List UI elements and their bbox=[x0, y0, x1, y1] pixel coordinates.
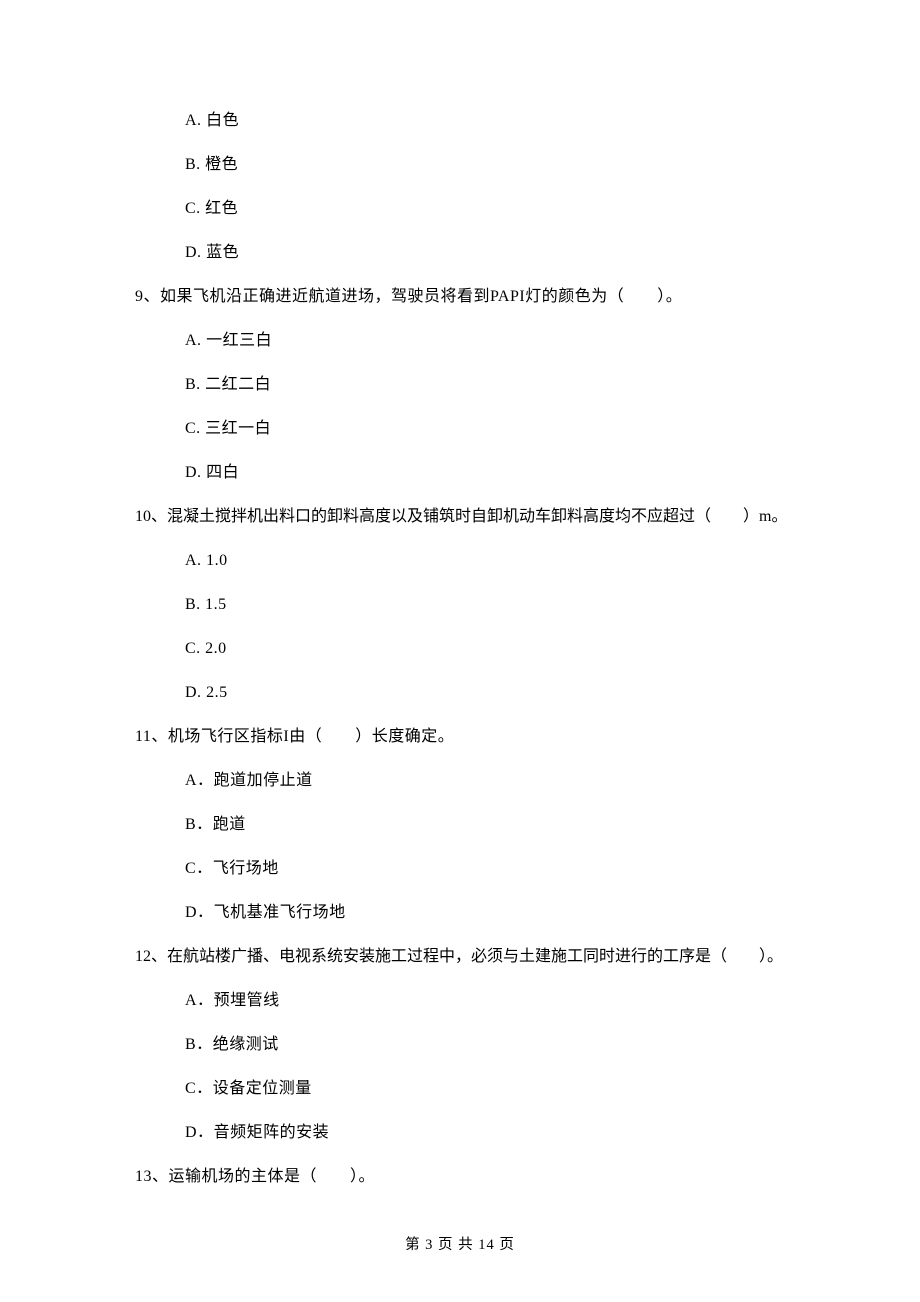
option-label: C． bbox=[185, 861, 213, 877]
q9-option-D: D. 四白 bbox=[185, 465, 800, 481]
q10-stem: 10、混凝土搅拌机出料口的卸料高度以及铺筑时自卸机动车卸料高度均不应超过（ ）m… bbox=[135, 509, 800, 525]
q10-option-D: D. 2.5 bbox=[185, 685, 800, 701]
option-label: A． bbox=[185, 993, 214, 1009]
q13-stem: 13、运输机场的主体是（ ）。 bbox=[135, 1169, 800, 1185]
option-label: C. bbox=[185, 201, 201, 217]
q12-option-A: A．预埋管线 bbox=[185, 993, 800, 1009]
option-label: B． bbox=[185, 1037, 213, 1053]
q9-option-B: B. 二红二白 bbox=[185, 377, 800, 393]
option-text: 2.0 bbox=[205, 641, 227, 657]
q11-option-D: D．飞机基准飞行场地 bbox=[185, 905, 800, 921]
q9-stem: 9、如果飞机沿正确进近航道进场，驾驶员将看到PAPI灯的颜色为（ ）。 bbox=[135, 289, 800, 305]
option-label: B. bbox=[185, 597, 201, 613]
option-label: A. bbox=[185, 553, 202, 569]
q12-stem: 12、在航站楼广播、电视系统安装施工过程中，必须与土建施工同时进行的工序是（ ）… bbox=[135, 949, 800, 965]
q12-option-D: D．音频矩阵的安装 bbox=[185, 1125, 800, 1141]
q8-option-D: D. 蓝色 bbox=[185, 245, 800, 261]
option-text: 飞行场地 bbox=[213, 861, 279, 877]
option-label: B． bbox=[185, 817, 213, 833]
q11-option-A: A．跑道加停止道 bbox=[185, 773, 800, 789]
option-label: B. bbox=[185, 377, 201, 393]
option-label: C. bbox=[185, 421, 201, 437]
option-text: 三红一白 bbox=[205, 421, 271, 437]
q8-option-B: B. 橙色 bbox=[185, 157, 800, 173]
option-text: 跑道加停止道 bbox=[214, 773, 313, 789]
q8-option-C: C. 红色 bbox=[185, 201, 800, 217]
q11-option-B: B．跑道 bbox=[185, 817, 800, 833]
option-label: B. bbox=[185, 157, 201, 173]
option-text: 四白 bbox=[206, 465, 239, 481]
option-label: A. bbox=[185, 333, 202, 349]
option-text: 白色 bbox=[206, 113, 239, 129]
q9-option-A: A. 一红三白 bbox=[185, 333, 800, 349]
option-text: 设备定位测量 bbox=[213, 1081, 312, 1097]
option-label: A. bbox=[185, 113, 202, 129]
q8-option-A: A. 白色 bbox=[185, 113, 800, 129]
option-text: 红色 bbox=[205, 201, 238, 217]
option-label: A． bbox=[185, 773, 214, 789]
option-text: 预埋管线 bbox=[214, 993, 280, 1009]
option-text: 1.5 bbox=[205, 597, 227, 613]
q10-option-A: A. 1.0 bbox=[185, 553, 800, 569]
option-label: D. bbox=[185, 465, 202, 481]
q9-option-C: C. 三红一白 bbox=[185, 421, 800, 437]
option-text: 蓝色 bbox=[206, 245, 239, 261]
option-label: D． bbox=[185, 905, 214, 921]
option-text: 1.0 bbox=[206, 553, 228, 569]
option-text: 绝缘测试 bbox=[213, 1037, 279, 1053]
option-label: D. bbox=[185, 685, 202, 701]
page: A. 白色 B. 橙色 C. 红色 D. 蓝色 9、如果飞机沿正确进近航道进场，… bbox=[0, 0, 920, 1302]
option-label: C. bbox=[185, 641, 201, 657]
option-text: 跑道 bbox=[213, 817, 246, 833]
q12-option-B: B．绝缘测试 bbox=[185, 1037, 800, 1053]
option-text: 橙色 bbox=[205, 157, 238, 173]
option-text: 一红三白 bbox=[206, 333, 272, 349]
option-label: D． bbox=[185, 1125, 214, 1141]
q11-stem: 11、机场飞行区指标I由（ ）长度确定。 bbox=[135, 729, 800, 745]
q10-option-B: B. 1.5 bbox=[185, 597, 800, 613]
q11-option-C: C．飞行场地 bbox=[185, 861, 800, 877]
option-label: D. bbox=[185, 245, 202, 261]
option-text: 飞机基准飞行场地 bbox=[214, 905, 346, 921]
option-text: 二红二白 bbox=[205, 377, 271, 393]
option-text: 音频矩阵的安装 bbox=[214, 1125, 330, 1141]
option-label: C． bbox=[185, 1081, 213, 1097]
q12-option-C: C．设备定位测量 bbox=[185, 1081, 800, 1097]
page-footer: 第 3 页 共 14 页 bbox=[0, 1238, 920, 1253]
option-text: 2.5 bbox=[206, 685, 228, 701]
q10-option-C: C. 2.0 bbox=[185, 641, 800, 657]
